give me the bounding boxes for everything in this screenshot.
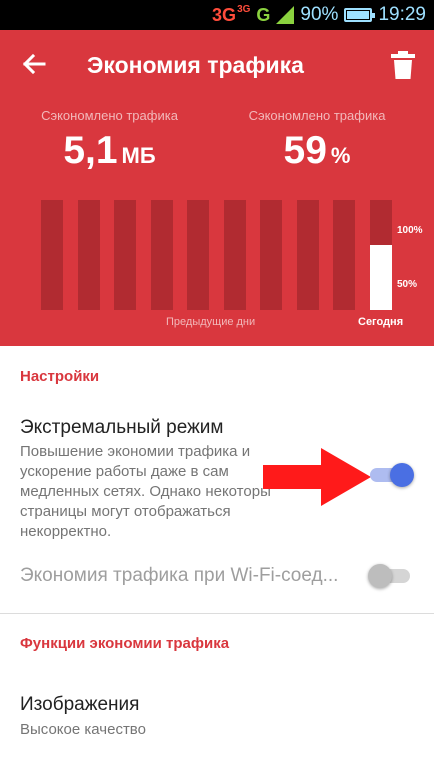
chart-bar <box>260 200 282 310</box>
saved-data-label: Сэкономлено трафика <box>41 108 178 123</box>
app-bar: Экономия трафика <box>0 30 434 100</box>
divider <box>0 613 434 614</box>
extreme-desc-line: ускорение работы даже в сам <box>20 463 229 480</box>
extreme-desc-line: некорректно. <box>20 523 112 540</box>
extreme-mode-title[interactable]: Экстремальный режим <box>20 417 223 439</box>
network-type: 3G <box>212 4 237 25</box>
signal-icon <box>276 6 295 24</box>
daily-savings-chart <box>41 200 393 312</box>
images-setting-title[interactable]: Изображения <box>20 694 139 716</box>
status-bar: 3G 3G G 90% 19:29 <box>0 0 434 30</box>
traffic-savings-header: Экономия трафика Сэкономлено трафика 5,1… <box>0 30 434 346</box>
extreme-desc-line: Повышение экономии трафика и <box>20 443 251 460</box>
page-title: Экономия трафика <box>87 52 304 78</box>
chart-bar <box>370 200 392 310</box>
chart-bar <box>187 200 209 310</box>
chart-bar-fill <box>370 245 392 310</box>
x-axis-label: Предыдущие дни <box>166 316 256 328</box>
wifi-savings-title[interactable]: Экономия трафика при Wi-Fi-соед... <box>20 565 338 587</box>
saved-data-unit: МБ <box>121 143 156 168</box>
chart-bar <box>78 200 100 310</box>
section-settings: Настройки <box>20 368 100 385</box>
y-tick-50: 50% <box>397 279 418 290</box>
chart-bar <box>41 200 63 310</box>
wifi-savings-toggle[interactable] <box>368 562 414 588</box>
trash-icon[interactable] <box>390 50 416 80</box>
clock: 19:29 <box>378 4 426 25</box>
battery-icon <box>344 8 376 22</box>
x-label-today: Сегодня <box>358 316 404 328</box>
saved-percent-label: Сэкономлено трафика <box>248 108 386 123</box>
saved-percent-unit: % <box>330 143 351 168</box>
chart-bar <box>151 200 173 310</box>
battery-percent: 90% <box>300 4 339 25</box>
chart-bar <box>297 200 319 310</box>
saved-data-amount: Сэкономлено трафика 5,1 МБ <box>32 108 187 173</box>
saved-data-value: 5,1 <box>63 129 118 172</box>
chart-bar <box>333 200 355 310</box>
network-type-small: 3G <box>237 3 251 15</box>
status-icons: 3G 3G G 90% 19:29 <box>212 4 426 26</box>
saved-percent-value: 59 <box>283 129 327 172</box>
saved-data-percent: Сэкономлено трафика 59% <box>248 108 386 173</box>
chart-bar <box>224 200 246 310</box>
extreme-desc-line: медленных сетях. Однако некоторы <box>20 483 271 500</box>
annotation-arrow-icon <box>263 448 371 506</box>
images-setting-value: Высокое качество <box>20 721 146 738</box>
chart-bar <box>114 200 136 310</box>
network-type-2: G <box>256 4 271 25</box>
extreme-mode-toggle[interactable] <box>370 461 414 487</box>
section-savings-features: Функции экономии трафика <box>20 635 230 652</box>
extreme-desc-line: страницы могут отображаться <box>20 503 231 520</box>
arrow-left-icon[interactable] <box>18 48 50 80</box>
extreme-mode-description: Повышение экономии трафика и ускорение р… <box>20 442 271 542</box>
y-tick-100: 100% <box>397 225 423 236</box>
